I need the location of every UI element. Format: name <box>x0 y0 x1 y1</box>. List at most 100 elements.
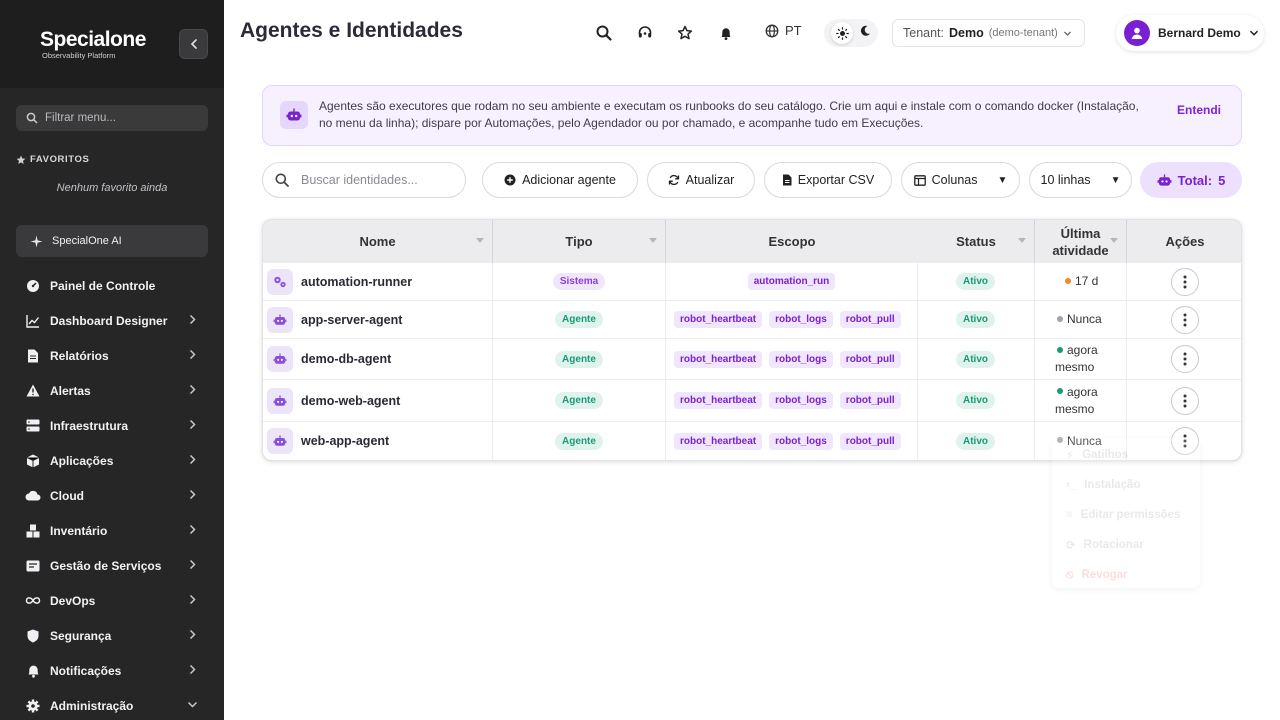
cell-name: web-app-agent <box>263 422 493 460</box>
row-menu-item[interactable]: ≡ Editar permissões <box>1052 500 1200 530</box>
sidebar-item-label: Notificações <box>50 663 122 678</box>
chevron-down-icon[interactable] <box>187 699 198 713</box>
sidebar-item-dashboard-designer[interactable]: Dashboard Designer <box>0 303 224 338</box>
row-actions-button[interactable] <box>1171 267 1199 296</box>
type-badge: Agente <box>555 392 603 409</box>
sidebar-item-painel-de-controle[interactable]: Painel de Controle <box>0 268 224 303</box>
sidebar-item-invent-rio[interactable]: Inventário <box>0 513 224 548</box>
sidebar-item-relat-rios[interactable]: Relatórios <box>0 338 224 373</box>
row-menu-item[interactable]: ⦸ Revogar <box>1052 560 1200 590</box>
chevron-right-icon[interactable] <box>187 454 198 468</box>
column-header-scope[interactable]: Escopo <box>666 220 918 263</box>
avatar <box>1124 20 1150 46</box>
column-header-last-activity-line1: Última <box>1060 225 1101 241</box>
identity-search-input[interactable]: Buscar identidades... <box>262 162 466 198</box>
sort-icon[interactable] <box>649 238 657 243</box>
column-header-type[interactable]: Tipo <box>493 220 666 263</box>
cell-type: Agente <box>493 339 666 379</box>
add-agent-button[interactable]: Adicionar agente <box>482 162 638 198</box>
collapse-sidebar-button[interactable] <box>179 29 208 59</box>
last-activity-text: agora mesmo <box>1055 342 1098 376</box>
identity-name[interactable]: web-app-agent <box>301 434 389 448</box>
column-header-status[interactable]: Status <box>918 220 1035 263</box>
banner-dismiss-button[interactable]: Entendi <box>1177 103 1221 117</box>
language-selector[interactable]: PT <box>765 23 802 38</box>
chevron-right-icon[interactable] <box>187 384 198 398</box>
row-actions-button[interactable] <box>1171 345 1199 373</box>
sidebar-item-gest-o-de-servi-os[interactable]: Gestão de Serviços <box>0 548 224 583</box>
rows-per-page-dropdown[interactable]: 10 linhas ▼ <box>1029 162 1132 198</box>
row-menu-item[interactable]: ›_ Instalação <box>1052 470 1200 500</box>
favorites-button[interactable] <box>675 23 695 43</box>
chevron-right-icon[interactable] <box>187 524 198 538</box>
chevron-right-icon[interactable] <box>187 349 198 363</box>
scope-tag: robot_pull <box>839 432 901 450</box>
chevron-right-icon[interactable] <box>187 489 198 503</box>
logo[interactable]: Specialone Observability Platform <box>40 28 146 60</box>
columns-dropdown[interactable]: Colunas ▼ <box>901 162 1020 198</box>
user-menu[interactable]: Bernard Demo <box>1116 15 1264 51</box>
row-menu-item[interactable]: ⚡ Gatilhos <box>1052 440 1200 470</box>
banner-text: Agentes são executores que rodam no seu … <box>319 99 1139 130</box>
sidebar-item-aplica-es[interactable]: Aplicações <box>0 443 224 478</box>
support-button[interactable] <box>635 23 655 43</box>
cell-name: demo-db-agent <box>263 339 493 379</box>
column-header-name[interactable]: Nome <box>263 220 493 263</box>
sidebar-item-infraestrutura[interactable]: Infraestrutura <box>0 408 224 443</box>
sidebar-item-administra-o[interactable]: Administração <box>0 688 224 720</box>
cell-scope: robot_heartbeat robot_logs robot_pull <box>666 339 918 379</box>
column-header-last-activity[interactable]: Última atividade <box>1035 220 1127 263</box>
sidebar-item-devops[interactable]: DevOps <box>0 583 224 618</box>
row-menu-item[interactable]: ⟳ Rotacionar <box>1052 530 1200 560</box>
tenant-selector[interactable]: Tenant: Demo (demo-tenant) <box>892 19 1085 47</box>
sidebar-item-cloud[interactable]: Cloud <box>0 478 224 513</box>
scope-tag: robot_logs <box>769 311 833 328</box>
identity-name[interactable]: app-server-agent <box>301 313 402 327</box>
identity-name[interactable]: demo-web-agent <box>301 394 400 408</box>
sun-icon[interactable] <box>831 22 853 44</box>
sort-icon[interactable] <box>1018 238 1026 243</box>
sidebar-item-seguran-a[interactable]: Segurança <box>0 618 224 653</box>
sort-icon[interactable] <box>476 238 484 243</box>
favorites-title-label: FAVORITOS <box>30 154 90 165</box>
sidebar-item-label: DevOps <box>50 593 96 608</box>
chevron-right-icon[interactable] <box>187 594 198 608</box>
chevron-down-icon <box>1063 31 1071 36</box>
table-row[interactable]: automation-runner Sistema automation_run At… <box>263 263 1241 301</box>
menu-item-icon: ⦸ <box>1066 568 1074 581</box>
chevron-right-icon[interactable] <box>187 664 198 678</box>
language-label: PT <box>785 23 802 38</box>
user-icon <box>1131 27 1143 39</box>
menu-filter-input[interactable]: Filtrar menu... <box>16 105 208 131</box>
boxes-icon <box>25 523 41 539</box>
chevron-right-icon[interactable] <box>187 314 198 328</box>
row-actions-button[interactable] <box>1171 386 1199 415</box>
moon-icon[interactable] <box>859 24 871 42</box>
last-activity-value: Nunca <box>1067 312 1102 326</box>
notifications-button[interactable] <box>716 23 736 43</box>
row-actions-button[interactable] <box>1171 305 1199 334</box>
theme-toggle[interactable] <box>824 19 878 47</box>
cell-scope: automation_run <box>666 263 918 300</box>
star-outline-icon <box>677 25 693 40</box>
chevron-right-icon[interactable] <box>187 559 198 573</box>
sidebar-item-alertas[interactable]: Alertas <box>0 373 224 408</box>
robot-icon <box>267 346 293 372</box>
table-row[interactable]: app-server-agent Agente robot_heartbeat rob… <box>263 301 1241 339</box>
table-row[interactable]: demo-web-agent Agente robot_heartbeat robot… <box>263 380 1241 422</box>
export-csv-button[interactable]: Exportar CSV <box>764 162 892 198</box>
sidebar-item-notifica-es[interactable]: Notificações <box>0 653 224 688</box>
identity-name[interactable]: demo-db-agent <box>301 352 391 366</box>
refresh-button[interactable]: Atualizar <box>647 162 755 198</box>
caret-down-icon: ▼ <box>1110 174 1121 186</box>
search-button[interactable] <box>594 23 614 43</box>
more-vertical-icon <box>1183 313 1187 326</box>
status-dot <box>1057 388 1063 395</box>
identity-name[interactable]: automation-runner <box>301 275 412 289</box>
ai-assistant-button[interactable]: SpecialOne AI <box>16 225 208 257</box>
chevron-right-icon[interactable] <box>187 419 198 433</box>
cell-last-activity: Nunca <box>1035 301 1127 338</box>
chevron-right-icon[interactable] <box>187 629 198 643</box>
table-row[interactable]: demo-db-agent Agente robot_heartbeat robot_… <box>263 339 1241 380</box>
sort-icon[interactable] <box>1110 238 1118 243</box>
